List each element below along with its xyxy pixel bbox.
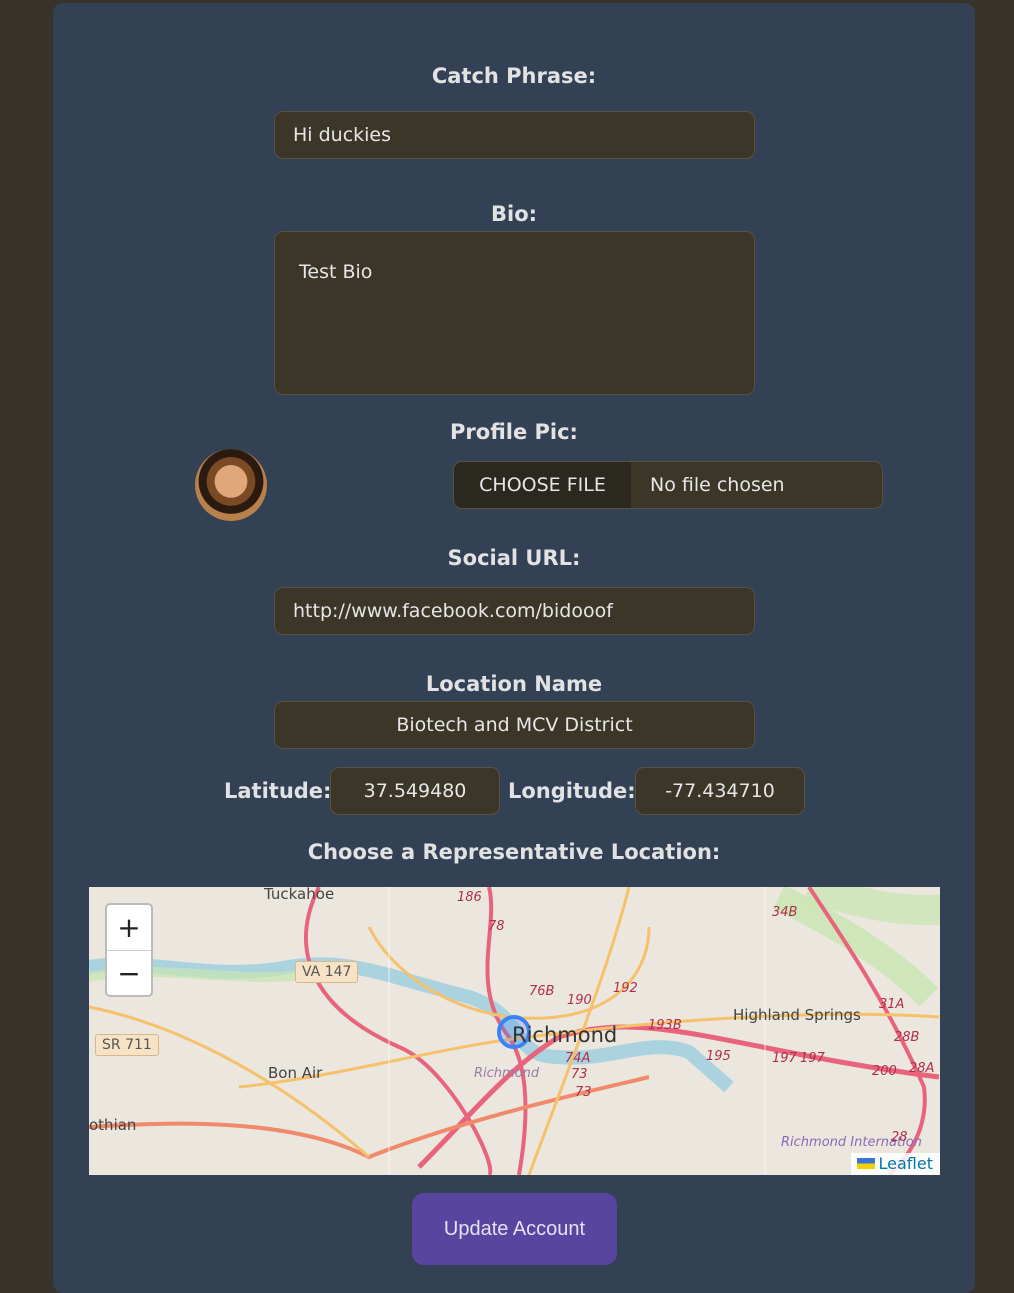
route-number: 197	[800, 1051, 825, 1066]
map-place-label: Richmond	[474, 1066, 540, 1081]
map-place-label: Tuckahoe	[264, 887, 335, 903]
map-place-label: Richmond	[512, 1023, 618, 1047]
route-number: 190	[567, 993, 592, 1008]
map-place-label: Highland Springs	[733, 1006, 861, 1024]
leaflet-link[interactable]: Leaflet	[879, 1154, 933, 1173]
update-account-button[interactable]: Update Account	[412, 1193, 617, 1265]
latitude-input[interactable]: 37.549480	[330, 767, 500, 815]
location-name-label: Location Name	[425, 672, 603, 696]
route-number: 193B	[648, 1018, 682, 1033]
route-number: 28B	[894, 1030, 920, 1045]
longitude-input[interactable]: -77.434710	[635, 767, 805, 815]
route-number: 31A	[879, 997, 905, 1012]
route-number: 197	[772, 1051, 797, 1066]
bio-textarea[interactable]: Test Bio	[274, 231, 755, 395]
catch-phrase-label: Catch Phrase:	[431, 64, 597, 88]
route-number: 73	[575, 1085, 592, 1100]
social-url-label: Social URL:	[447, 546, 581, 570]
file-status-text: No file chosen	[650, 474, 785, 496]
choose-file-button[interactable]: CHOOSE FILE	[454, 462, 631, 508]
route-number: 28	[891, 1130, 908, 1145]
map-place-label: Bon Air	[268, 1064, 323, 1082]
zoom-in-button[interactable]: +	[107, 905, 151, 951]
bio-label: Bio:	[490, 202, 538, 226]
route-number: 195	[706, 1049, 731, 1064]
avatar	[195, 449, 267, 521]
map-place-label: othian	[89, 1116, 137, 1134]
map-route-shield: VA 147	[295, 961, 359, 983]
route-number: 76B	[529, 984, 555, 999]
map-label: Choose a Representative Location:	[307, 840, 721, 864]
map-route-shield: SR 711	[95, 1034, 159, 1056]
route-number: 34B	[772, 905, 798, 920]
latitude-label: Latitude:	[224, 779, 332, 803]
ukraine-flag-icon	[856, 1158, 875, 1169]
route-number: 200	[872, 1064, 897, 1079]
profile-pic-label: Profile Pic:	[450, 420, 578, 444]
longitude-label: Longitude:	[508, 779, 636, 803]
route-number: 78	[488, 919, 505, 934]
route-number: 73	[571, 1067, 588, 1082]
route-number: 186	[457, 890, 482, 905]
route-number: 192	[613, 981, 638, 996]
route-number: 28A	[909, 1061, 935, 1076]
social-url-input[interactable]: http://www.facebook.com/bidooof	[274, 587, 755, 635]
map-attribution: Leaflet	[850, 1153, 940, 1175]
profile-pic-file-input[interactable]: CHOOSE FILE No file chosen	[453, 461, 883, 509]
route-number: 74A	[565, 1051, 591, 1066]
catch-phrase-input[interactable]: Hi duckies	[274, 111, 755, 159]
map-zoom-control: + −	[105, 903, 153, 997]
location-name-input[interactable]: Biotech and MCV District	[274, 701, 755, 749]
zoom-out-button[interactable]: −	[107, 951, 151, 996]
location-map[interactable]: Tuckahoe Richmond Highland Springs Bon A…	[89, 887, 940, 1175]
